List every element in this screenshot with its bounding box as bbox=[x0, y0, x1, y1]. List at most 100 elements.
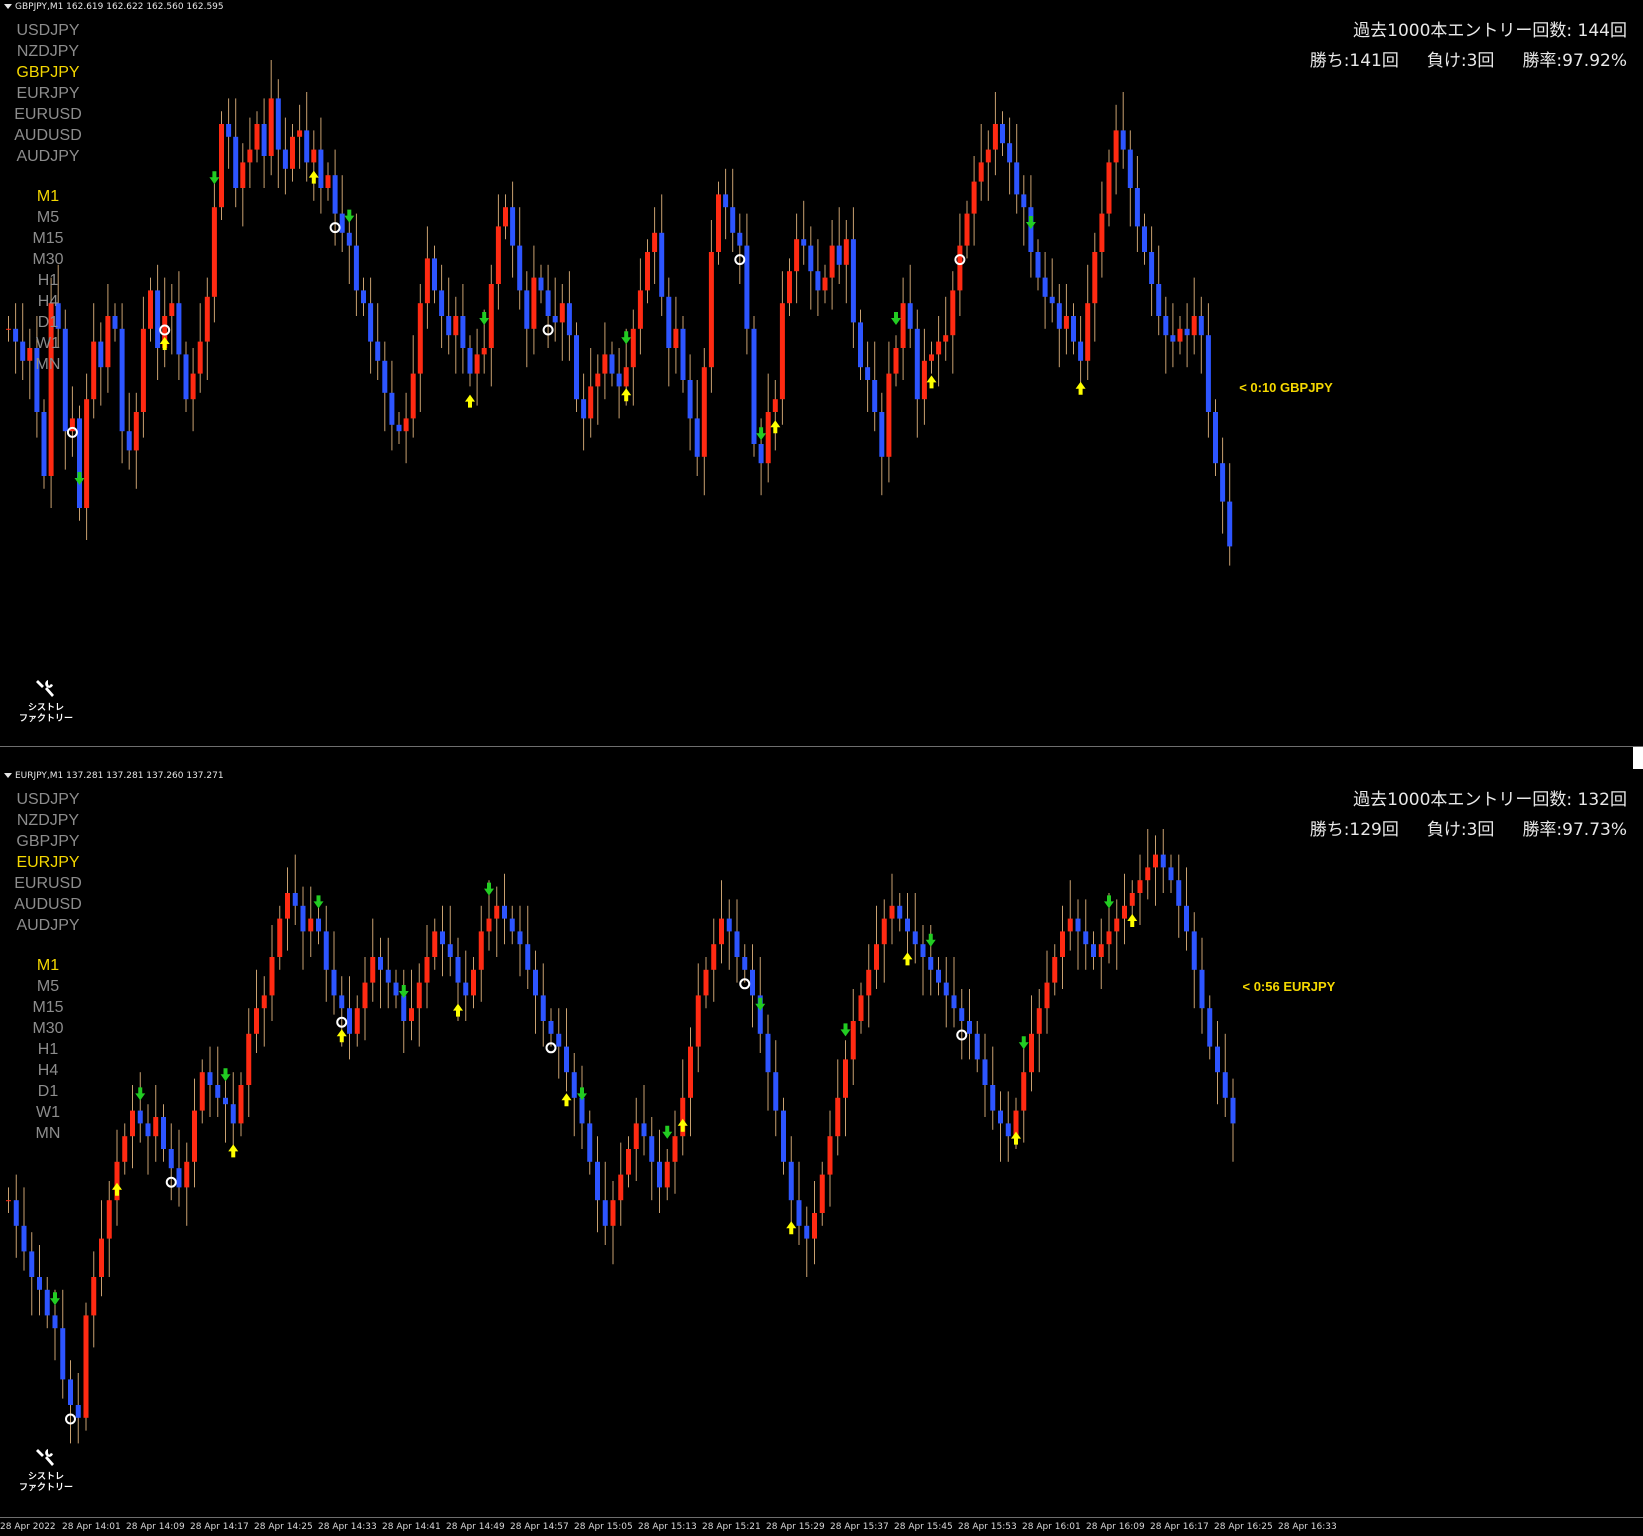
bear-candle bbox=[347, 1008, 352, 1034]
bear-candle bbox=[548, 1021, 554, 1034]
bear-candle bbox=[1049, 296, 1055, 304]
timeframe-item-h4[interactable]: H4 bbox=[0, 291, 96, 312]
up-arrow-icon bbox=[112, 1182, 122, 1196]
win-rate: 勝率:97.92% bbox=[1522, 51, 1627, 71]
symbol-item-gbpjpy[interactable]: GBPJPY bbox=[0, 62, 96, 83]
bull-candle bbox=[410, 373, 416, 419]
x-axis: 28 Apr 2022 28 Apr 14:01 28 Apr 14:09 28 Ap… bbox=[0, 1517, 1643, 1536]
timeframe-item-mn[interactable]: MN bbox=[0, 1123, 96, 1144]
bull-candle bbox=[985, 149, 991, 163]
bull-candle bbox=[269, 957, 275, 996]
symbol-item-audusd[interactable]: AUDUSD bbox=[0, 894, 96, 915]
bear-candle bbox=[1142, 226, 1147, 252]
symbol-item-audusd[interactable]: AUDUSD bbox=[0, 125, 96, 146]
bull-candle bbox=[83, 1315, 89, 1418]
timeframe-item-m5[interactable]: M5 bbox=[0, 207, 96, 228]
down-arrow-icon bbox=[484, 882, 494, 896]
timeframe-item-m1[interactable]: M1 bbox=[0, 955, 96, 976]
bull-candle bbox=[610, 1200, 616, 1226]
symbol-item-nzdjpy[interactable]: NZDJPY bbox=[0, 810, 96, 831]
bull-candle bbox=[719, 918, 724, 945]
tools-icon bbox=[36, 1449, 54, 1466]
symbol-item-usdjpy[interactable]: USDJPY bbox=[0, 20, 96, 41]
symbol-item-gbpjpy[interactable]: GBPJPY bbox=[0, 831, 96, 852]
timeframe-item-h1[interactable]: H1 bbox=[0, 1039, 96, 1060]
timeframe-item-m15[interactable]: M15 bbox=[0, 228, 96, 249]
bull-candle bbox=[992, 124, 998, 150]
symbol-item-eurusd[interactable]: EURUSD bbox=[0, 104, 96, 125]
timeframe-list: M1 M5 M15 M30 H1 H4 D1 W1 MN bbox=[0, 955, 96, 1144]
bull-candle bbox=[978, 162, 984, 182]
bear-candle bbox=[389, 392, 395, 425]
bear-candle bbox=[1028, 207, 1034, 252]
bear-candle bbox=[1191, 931, 1197, 970]
bear-candle bbox=[455, 957, 461, 983]
bull-candle bbox=[1113, 130, 1119, 163]
up-arrow-icon bbox=[453, 1003, 463, 1017]
bull-candle bbox=[130, 1110, 135, 1137]
symbol-item-usdjpy[interactable]: USDJPY bbox=[0, 789, 96, 810]
timeframe-item-h1[interactable]: H1 bbox=[0, 270, 96, 291]
candlestick-chart-eurjpy[interactable]: < 0:56 EURJPY bbox=[0, 769, 1643, 1517]
x-tick-label: 28 Apr 15:21 bbox=[702, 1522, 761, 1532]
dropdown-triangle-icon[interactable] bbox=[4, 773, 12, 778]
chart-panel-eurjpy[interactable]: < 0:56 EURJPY EURJPY,M1 137.281 137.281 … bbox=[0, 769, 1643, 1536]
bear-candle bbox=[1156, 284, 1162, 316]
symbol-item-audjpy[interactable]: AUDJPY bbox=[0, 915, 96, 936]
timeframe-item-m30[interactable]: M30 bbox=[0, 1018, 96, 1039]
timeframe-item-m30[interactable]: M30 bbox=[0, 249, 96, 270]
bull-candle bbox=[637, 290, 643, 329]
bear-candle bbox=[742, 957, 748, 970]
down-arrow-icon bbox=[891, 312, 901, 325]
timeframe-item-d1[interactable]: D1 bbox=[0, 312, 96, 333]
timeframe-item-m15[interactable]: M15 bbox=[0, 997, 96, 1018]
bear-candle bbox=[694, 418, 700, 457]
bull-candle bbox=[204, 296, 210, 342]
bull-candle bbox=[277, 918, 283, 957]
up-arrow-icon bbox=[621, 388, 632, 402]
x-tick-label: 28 Apr 16:09 bbox=[1086, 1522, 1145, 1532]
timeframe-item-h4[interactable]: H4 bbox=[0, 1060, 96, 1081]
bear-candle bbox=[378, 957, 383, 970]
timeframe-item-w1[interactable]: W1 bbox=[0, 1102, 96, 1123]
down-arrow-icon bbox=[50, 1292, 60, 1306]
bull-candle bbox=[1021, 1072, 1027, 1111]
down-arrow-icon bbox=[577, 1087, 587, 1101]
symbol-item-eurusd[interactable]: EURUSD bbox=[0, 873, 96, 894]
symbol-item-eurjpy[interactable]: EURJPY bbox=[0, 83, 96, 104]
bull-candle bbox=[424, 258, 430, 304]
bear-candle bbox=[346, 232, 352, 246]
candlestick-chart-gbpjpy[interactable]: < 0:10 GBPJPY bbox=[0, 0, 1643, 747]
bull-candle bbox=[943, 335, 949, 342]
bear-candle bbox=[1160, 854, 1166, 868]
timeframe-item-w1[interactable]: W1 bbox=[0, 333, 96, 354]
timeframe-item-mn[interactable]: MN bbox=[0, 354, 96, 375]
bear-candle bbox=[990, 1085, 996, 1111]
symbol-item-eurjpy[interactable]: EURJPY bbox=[0, 852, 96, 873]
bear-candle bbox=[726, 918, 732, 932]
bear-candle bbox=[1134, 188, 1140, 227]
bull-candle bbox=[297, 130, 303, 137]
bull-candle bbox=[424, 957, 430, 983]
win-rate: 勝率:97.73% bbox=[1522, 820, 1627, 840]
bear-candle bbox=[951, 995, 957, 1009]
dropdown-triangle-icon[interactable] bbox=[4, 4, 12, 9]
bear-candle bbox=[446, 316, 452, 336]
x-tick-label: 28 Apr 15:53 bbox=[958, 1522, 1017, 1532]
bull-candle bbox=[99, 1238, 104, 1277]
bull-candle bbox=[900, 303, 906, 348]
down-arrow-icon bbox=[220, 1068, 231, 1082]
panel-divider bbox=[0, 747, 1643, 769]
timeframe-item-m5[interactable]: M5 bbox=[0, 976, 96, 997]
bear-candle bbox=[609, 354, 615, 374]
chart-panel-gbpjpy[interactable]: < 0:10 GBPJPY GBPJPY,M1 162.619 162.622 … bbox=[0, 0, 1643, 765]
timeframe-item-m1[interactable]: M1 bbox=[0, 186, 96, 207]
up-arrow-icon bbox=[336, 1029, 347, 1043]
timeframe-item-d1[interactable]: D1 bbox=[0, 1081, 96, 1102]
bear-candle bbox=[566, 303, 572, 336]
bear-candle bbox=[879, 412, 885, 457]
symbol-item-nzdjpy[interactable]: NZDJPY bbox=[0, 41, 96, 62]
chart-title-text: GBPJPY,M1 162.619 162.622 162.560 162.59… bbox=[15, 2, 224, 12]
bear-candle bbox=[1222, 1072, 1228, 1098]
symbol-item-audjpy[interactable]: AUDJPY bbox=[0, 146, 96, 167]
